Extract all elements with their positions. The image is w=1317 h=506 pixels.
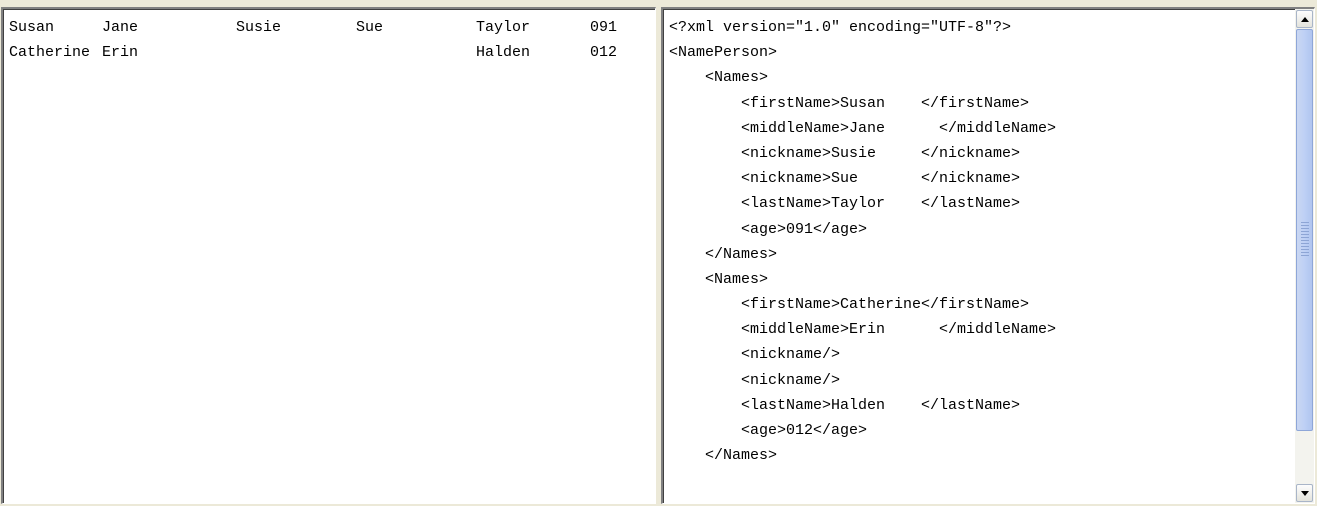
age-cell: 012 [590,44,618,61]
nickname-cell: Sue [356,19,384,36]
records-text-pane[interactable]: Susan Jane Susie Sue Taylor 091 Catherin… [1,7,656,504]
vertical-scrollbar[interactable] [1295,9,1314,503]
xml-line: <nickname>Sue </nickname> [669,170,1021,188]
first-name-cell: Susan [9,19,55,36]
scroll-up-arrow-icon [1300,16,1309,22]
scroll-down-button[interactable] [1296,484,1313,502]
scrollbar-thumb[interactable] [1296,29,1313,431]
record-row: Susan Jane Susie Sue Taylor 091 [9,15,617,40]
xml-line: <age>012</age> [669,422,868,439]
xml-line: <lastName>Taylor </lastName> [669,195,1021,213]
xml-line: <age>091</age> [669,220,868,238]
xml-line: <middleName>Erin </middleName> [669,321,1057,339]
nickname-cell: Susie [236,19,282,36]
record-row: Catherine Erin Halden 012 [9,40,617,65]
xml-line: <firstName>Catherine</firstName> [669,296,1030,314]
first-name-cell: Catherine [9,44,91,61]
records-list: Susan Jane Susie Sue Taylor 091 Catherin… [9,15,617,65]
pane-border [3,9,655,503]
age-cell: 091 [590,19,618,36]
last-name-cell: Halden [476,44,531,61]
xml-line: <nickname/> [669,346,841,364]
xml-line: <NamePerson> [669,44,778,62]
top-strip [0,0,1317,6]
xml-line: </Names> [669,447,778,465]
xml-line: <Names> [669,270,769,288]
grip-icon [1301,220,1309,256]
xml-content: <?xml version="1.0" encoding="UTF-8"?> <… [669,15,1279,468]
middle-name-cell: Erin [102,44,139,61]
scroll-up-button[interactable] [1296,10,1313,28]
xml-line: <nickname>Susie </nickname> [669,144,1021,162]
xml-line: <lastName>Halden </lastName> [669,396,1021,414]
xml-line: </Names> [669,245,778,263]
xml-line: <?xml version="1.0" encoding="UTF-8"?> [669,19,1012,36]
scroll-down-arrow-icon [1300,490,1309,496]
xml-line: <middleName>Jane </middleName> [669,119,1057,137]
last-name-cell: Taylor [476,19,531,36]
xml-line: <Names> [669,69,769,87]
xml-line: <nickname/> [669,371,841,389]
xml-line: <firstName>Susan </firstName> [669,94,1030,112]
xml-text-pane[interactable]: <?xml version="1.0" encoding="UTF-8"?> <… [661,7,1315,504]
middle-name-cell: Jane [102,19,139,36]
